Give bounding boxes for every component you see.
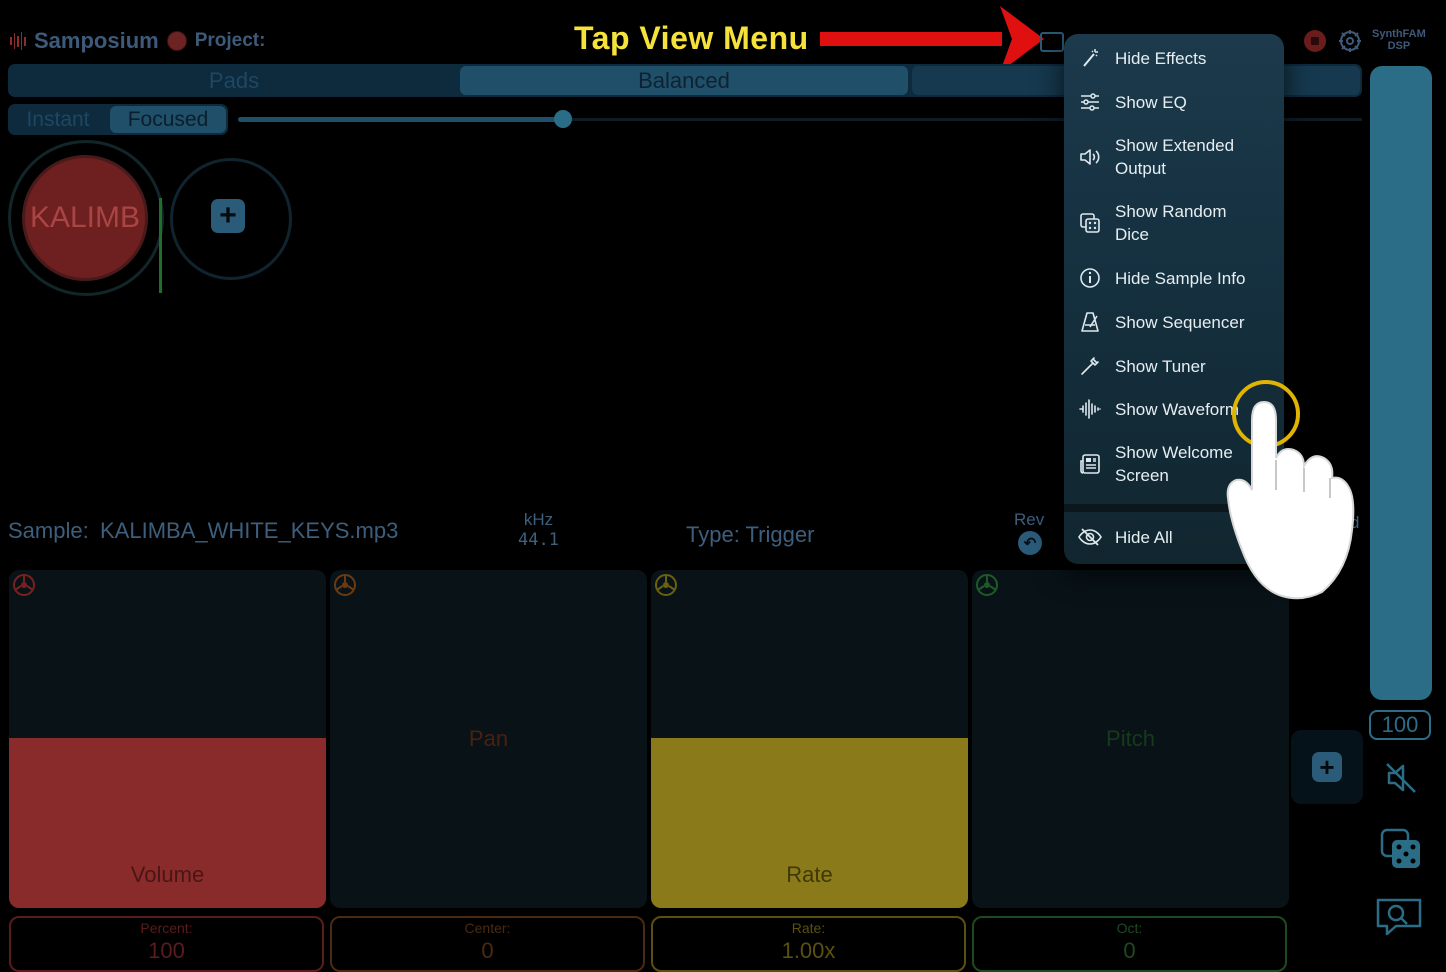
khz-label: kHz [523,510,554,529]
newspaper-icon [1080,454,1100,474]
sample-type: Type: Trigger [686,522,815,547]
tab-focused[interactable]: Focused [110,106,226,133]
mix-slider-track[interactable] [238,117,564,122]
pitch-gear-icon[interactable] [974,572,1000,598]
brand-line2: DSP [1387,40,1411,52]
menu-item-label: Hide Effects [1115,48,1207,68]
dice-icon[interactable] [1380,828,1422,870]
pan-value-label: Center: [464,920,511,936]
menu-item-label: Show Sequencer [1115,312,1245,332]
rate-gear-icon[interactable] [653,572,679,598]
pad-label: KALIMB [29,201,141,234]
tutorial-tip: Tap View Menu [574,20,809,56]
rate-value-box[interactable]: Rate: 1.00x [651,916,966,972]
menu-item-label: Show Tuner [1115,356,1206,376]
tuning-fork-icon [1081,357,1099,375]
volume-gear-icon[interactable] [11,572,37,598]
sliders-icon [1081,93,1099,111]
pan-value-box[interactable]: Center: 0 [330,916,645,972]
wand-icon [1083,49,1098,67]
mute-icon[interactable] [1383,760,1419,796]
reverse-label: Rev [1014,510,1045,529]
pan-label: Pan [468,726,509,751]
info-icon [1080,268,1100,288]
tab-pads[interactable]: Pads [10,66,458,95]
rate-panel[interactable]: Rate [651,570,968,908]
pitch-value-box[interactable]: Oct: 0 [972,916,1287,972]
menu-item-show-eq[interactable]: Show EQ [1064,90,1284,114]
rate-value-label: Rate: [791,920,826,936]
add-control-button[interactable]: + [1291,730,1363,804]
menu-item-show-sequencer[interactable]: Show Sequencer [1064,310,1284,334]
brand-line1: SynthFAM [1372,28,1426,40]
waveform-icon [1079,399,1101,419]
project-label[interactable]: Project: [195,30,266,52]
app-logo: Samposium Project: [10,28,265,54]
help-search-icon[interactable] [1374,896,1424,940]
pad-level-meter [159,198,162,293]
sample-rate: kHz 44.1 [518,510,559,550]
sample-name: KALIMBA_WHITE_KEYS.mp3 [100,518,399,543]
menu-item-label: Hide All [1115,527,1173,547]
menu-item-show-extended-output[interactable]: Show Extended Output [1064,134,1284,180]
volume-panel[interactable]: Volume [9,570,326,908]
dice-icon [1080,213,1100,233]
reverse-icon[interactable]: ↶ [1018,531,1042,555]
pitch-label: Pitch [1106,726,1155,751]
plus-icon: + [1312,752,1342,782]
rate-label: Rate [786,862,833,887]
menu-item-label: Show Random Dice [1115,202,1227,244]
view-menu-button[interactable] [1040,32,1064,52]
tab-instant[interactable]: Instant [10,106,106,133]
pan-gear-icon[interactable] [332,572,358,598]
menu-item-label: Show Waveform [1115,399,1240,419]
speaker-icon [1080,149,1100,165]
menu-item-label: Show Extended Output [1115,136,1235,178]
brand-label: SynthFAM DSP [1372,28,1426,52]
eye-slash-icon [1078,528,1102,546]
menu-item-label: Hide Sample Info [1115,268,1246,288]
rate-value: 1.00x [781,938,836,963]
master-volume-value[interactable]: 100 [1369,710,1431,740]
record-icon[interactable] [1304,30,1326,52]
tap-hand-icon [1226,380,1355,600]
metronome-icon [1081,312,1099,332]
volume-value: 100 [148,938,185,963]
plus-icon: + [211,199,245,233]
khz-value: 44.1 [518,530,559,550]
pan-value: 0 [481,938,494,963]
menu-item-show-tuner[interactable]: Show Tuner [1064,354,1284,378]
menu-item-hide-effects[interactable]: Hide Effects [1064,46,1284,70]
volume-value-box[interactable]: Percent: 100 [9,916,324,972]
pitch-panel[interactable]: Pitch [972,570,1289,908]
sample-label: Sample: [8,518,89,543]
menu-item-hide-sample-info[interactable]: Hide Sample Info [1064,266,1284,290]
add-pad-button[interactable]: + [170,158,292,280]
tab-balanced[interactable]: Balanced [460,66,908,95]
volume-label: Volume [130,862,205,887]
pad-kalimba[interactable]: KALIMB [22,155,148,281]
volume-value-label: Percent: [140,920,193,936]
settings-gear-icon[interactable] [1338,29,1362,53]
mix-slider-knob[interactable] [554,110,572,128]
app-title: Samposium [34,28,159,53]
pitch-value-label: Oct: [1116,920,1143,936]
menu-item-label: Show EQ [1115,92,1187,112]
menu-item-show-random-dice[interactable]: Show Random Dice [1064,200,1284,246]
trigger-mode-control: Instant Focused [8,104,228,135]
project-icon[interactable] [166,31,187,51]
pitch-value: 0 [1123,938,1136,963]
waveform-logo-icon [10,32,26,50]
master-volume-slider[interactable] [1370,66,1432,700]
pan-panel[interactable]: Pan [330,570,647,908]
